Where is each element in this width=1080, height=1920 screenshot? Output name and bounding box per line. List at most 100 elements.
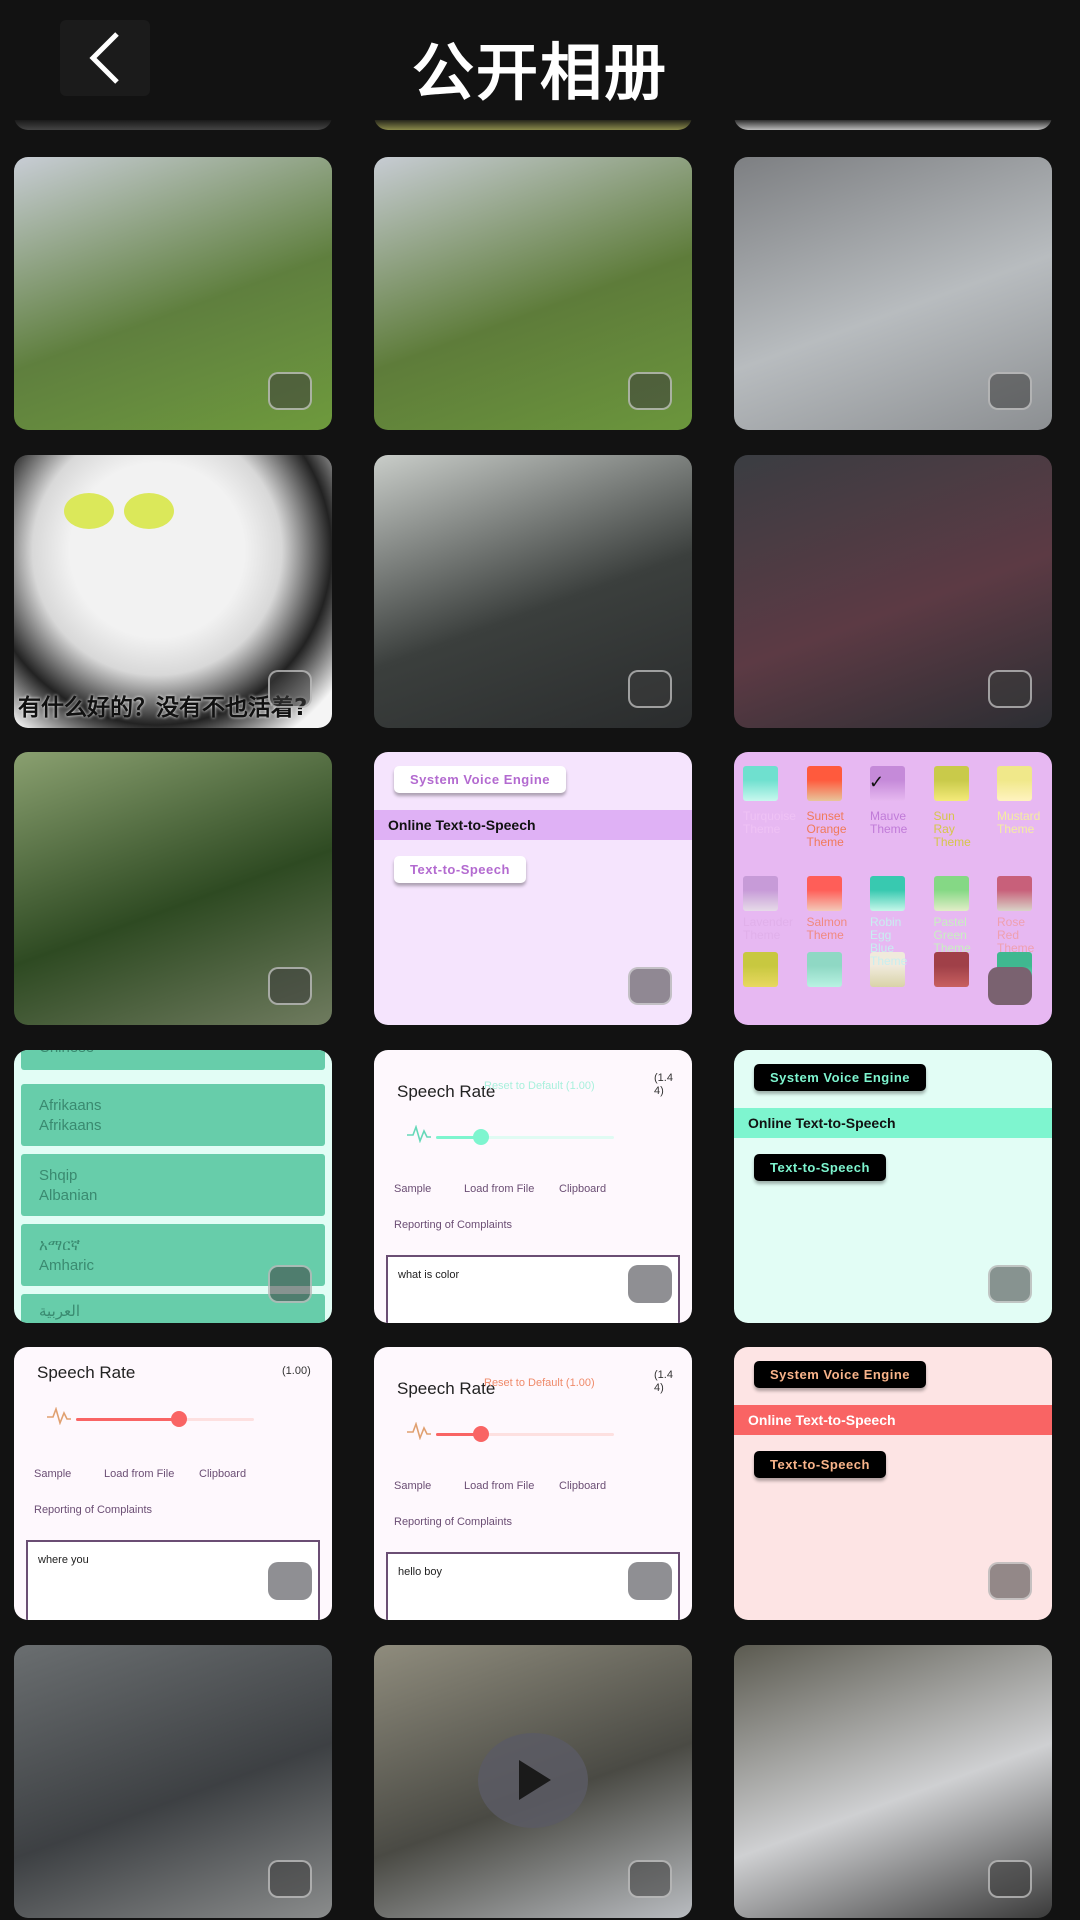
online-tts-option[interactable]: Online Text-to-Speech: [734, 1107, 1052, 1138]
theme-label: Sun Ray Theme: [933, 809, 971, 849]
select-checkbox[interactable]: [628, 669, 672, 708]
action-load-from-file[interactable]: Load from File: [464, 1480, 534, 1492]
reset-default-link[interactable]: Reset to Default (1.00): [484, 1080, 595, 1092]
theme-label: Mustard Theme: [997, 809, 1041, 836]
select-checkbox[interactable]: [628, 967, 672, 1005]
sunglasses-lens: [64, 492, 114, 529]
speech-rate-value: (1.00): [282, 1365, 311, 1377]
theme-swatch[interactable]: [806, 766, 842, 801]
language-item[interactable]: Chinese: [21, 1049, 325, 1070]
theme-label: Mauve Theme: [870, 809, 908, 836]
select-checkbox[interactable]: [268, 1264, 312, 1303]
input-text: hello boy: [398, 1566, 443, 1578]
theme-swatch[interactable]: [933, 876, 969, 911]
speech-rate-title: Speech Rate: [397, 1081, 496, 1101]
grid-item-voice[interactable]: System Voice Engine Online Text-to-Speech…: [734, 1347, 1052, 1620]
theme-label: Robin Egg Blue Theme: [870, 915, 908, 968]
grid-item-voice[interactable]: System Voice Engine Online Text-to-Speech…: [374, 752, 692, 1025]
grid-item-languages[interactable]: Chinese Afrikaans Afrikaans Shqip Albanian…: [14, 1049, 332, 1323]
action-sample[interactable]: Sample: [394, 1183, 431, 1195]
theme-swatch[interactable]: [743, 952, 778, 987]
online-tts-option[interactable]: Online Text-to-Speech: [734, 1405, 1052, 1435]
tts-button[interactable]: Text-to-Speech: [754, 1451, 886, 1478]
action-load-from-file[interactable]: Load from File: [104, 1468, 174, 1480]
select-checkbox[interactable]: [628, 1562, 672, 1600]
system-voice-engine-button[interactable]: System Voice Engine: [754, 1361, 927, 1388]
speech-rate-value: (1.4 4): [654, 1369, 673, 1394]
action-sample[interactable]: Sample: [34, 1468, 71, 1480]
grid-item-girl-in-park-1[interactable]: [14, 157, 332, 430]
reporting-complaints-link[interactable]: Reporting of Complaints: [394, 1219, 512, 1231]
grid-item-rate[interactable]: Speech Rate Reset to Default (1.00) (1.4 4…: [374, 1347, 692, 1620]
grid-item-girl-in-park-2[interactable]: [374, 157, 692, 430]
theme-label: Lavender Theme: [743, 915, 794, 942]
select-checkbox[interactable]: [988, 967, 1032, 1005]
theme-swatch[interactable]: [743, 876, 778, 911]
system-voice-engine-button[interactable]: System Voice Engine: [754, 1063, 927, 1091]
rate-slider-thumb[interactable]: [171, 1411, 188, 1427]
play-button[interactable]: [478, 1732, 588, 1828]
system-voice-engine-button[interactable]: System Voice Engine: [394, 766, 567, 793]
grid-item-chopped-greens[interactable]: [14, 752, 332, 1025]
theme-swatch[interactable]: [933, 766, 969, 801]
grid-item-shadow-on-ground-video[interactable]: [374, 1644, 692, 1918]
theme-swatch[interactable]: [806, 952, 842, 987]
grid-item-meme[interactable]: 有什么好的？没有不也活着?: [14, 454, 332, 728]
grid-item-keyboard-and-greens[interactable]: [374, 454, 692, 728]
grid-item-voice[interactable]: System Voice Engine Online Text-to-Speech…: [734, 1049, 1052, 1323]
input-text: what is color: [398, 1268, 460, 1281]
speech-rate-title: Speech Rate: [37, 1363, 136, 1382]
reset-default-link[interactable]: Reset to Default (1.00): [484, 1377, 595, 1389]
online-tts-option[interactable]: Online Text-to-Speech: [374, 810, 692, 840]
sunglasses-lens: [124, 492, 174, 529]
reporting-complaints-link[interactable]: Reporting of Complaints: [34, 1504, 152, 1516]
theme-swatch[interactable]: [997, 766, 1032, 801]
grid-item-grapes-container[interactable]: [734, 454, 1052, 728]
select-checkbox[interactable]: [268, 669, 312, 708]
theme-swatch[interactable]: [806, 876, 842, 911]
grid-item-shadow-on-sheet[interactable]: [734, 1644, 1052, 1918]
action-load-from-file[interactable]: Load from File: [464, 1183, 534, 1195]
grid-item-bag-on-floor[interactable]: [734, 157, 1052, 430]
select-checkbox[interactable]: [988, 1859, 1032, 1898]
select-checkbox[interactable]: [988, 1562, 1032, 1600]
select-checkbox[interactable]: [268, 967, 312, 1005]
theme-swatch[interactable]: [870, 876, 905, 911]
grid-item-rate[interactable]: Speech Rate (1.00) Sample Load from File Cli…: [14, 1347, 332, 1620]
grid-item-subway-platform[interactable]: [14, 1644, 332, 1918]
select-checkbox[interactable]: [988, 372, 1032, 410]
select-checkbox[interactable]: [988, 1264, 1032, 1303]
waveform-icon: [406, 1123, 432, 1148]
language-item[interactable]: Afrikaans Afrikaans: [21, 1083, 325, 1146]
action-sample[interactable]: Sample: [394, 1480, 431, 1492]
grid-item-rate[interactable]: Speech Rate Reset to Default (1.00) (1.4 4…: [374, 1049, 692, 1323]
theme-label: Rose Red Theme: [997, 915, 1035, 955]
theme-swatch[interactable]: [933, 952, 969, 987]
reporting-complaints-link[interactable]: Reporting of Complaints: [394, 1516, 512, 1528]
theme-label: Turquoise Theme: [743, 809, 796, 836]
action-clipboard[interactable]: Clipboard: [559, 1480, 606, 1492]
rate-slider-thumb[interactable]: [472, 1426, 489, 1442]
rate-slider-thumb[interactable]: [472, 1128, 489, 1145]
play-icon: [519, 1760, 551, 1800]
grid-item-themes[interactable]: ✓ Turquoise Theme Sunset Orange Theme Mauve…: [734, 752, 1052, 1025]
checkmark-icon: ✓: [869, 772, 885, 792]
tts-button[interactable]: Text-to-Speech: [754, 1153, 886, 1181]
waveform-icon: [46, 1406, 72, 1430]
select-checkbox[interactable]: [268, 1859, 312, 1898]
select-checkbox[interactable]: [268, 1562, 312, 1600]
header-bar: 公开相册: [0, 0, 1080, 120]
select-checkbox[interactable]: [628, 1264, 672, 1303]
select-checkbox[interactable]: [268, 372, 312, 410]
select-checkbox[interactable]: [988, 669, 1032, 708]
theme-swatch[interactable]: [997, 876, 1032, 911]
speech-rate-title: Speech Rate: [397, 1379, 496, 1398]
rate-slider-fill: [76, 1418, 180, 1421]
theme-swatch[interactable]: [743, 766, 778, 801]
action-clipboard[interactable]: Clipboard: [559, 1183, 606, 1195]
select-checkbox[interactable]: [628, 1859, 672, 1898]
select-checkbox[interactable]: [628, 372, 672, 410]
action-clipboard[interactable]: Clipboard: [199, 1468, 246, 1480]
tts-button[interactable]: Text-to-Speech: [394, 856, 526, 883]
language-item[interactable]: Shqip Albanian: [21, 1153, 325, 1216]
